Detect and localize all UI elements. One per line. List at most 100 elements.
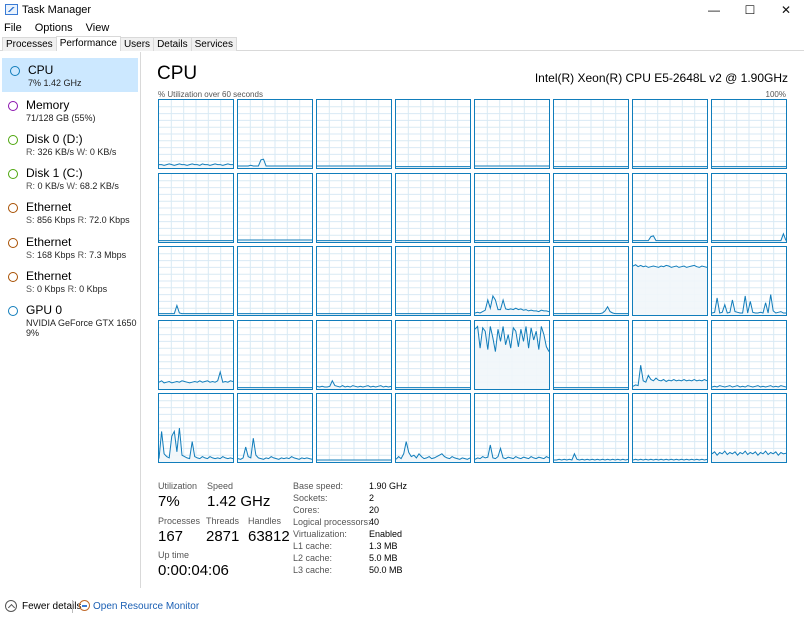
processor-graph-svg [475,173,549,242]
resource-sidebar: CPU 7% 1.42 GHz Memory 71/128 GB (55%) D… [0,52,141,588]
processor-graph [474,172,550,243]
sidebar-item-disk-0[interactable]: Disk 0 (D:) R: 326 KB/s W: 0 KB/s [0,127,139,161]
processor-graph-svg [238,100,312,168]
memory-circle-icon [8,101,18,111]
processor-graph [553,99,629,169]
processor-graph [158,319,234,390]
processor-graph [395,393,471,463]
sidebar-item-label: Ethernet [26,200,72,214]
ethernet-circle-icon [8,238,18,248]
processor-graph [632,319,708,390]
minimize-button[interactable]: — [696,0,732,20]
processor-graph [711,319,787,390]
maximize-button[interactable]: ☐ [732,0,768,20]
sidebar-item-ethernet-1[interactable]: Ethernet S: 856 Kbps R: 72.0 Kbps [0,195,139,229]
graph-axis-label: % Utilization over 60 seconds [158,90,263,99]
spec-value: 1.3 MB [369,541,398,551]
sidebar-item-memory[interactable]: Memory 71/128 GB (55%) [0,93,139,127]
threads-label: Threads [206,516,240,526]
processor-graph-svg [554,173,628,242]
utilization-value: 7% [158,493,180,510]
processor-graph-svg [633,320,707,389]
processor-graph [237,319,313,390]
spec-value: 50.0 MB [369,565,403,575]
sidebar-item-label: GPU 0 [26,303,63,317]
tab-processes[interactable]: Processes [2,37,57,51]
processor-graph [237,99,313,169]
tab-bar: Processes Performance Users Details Serv… [0,36,804,51]
sidebar-item-detail: S: 168 Kbps R: 7.3 Mbps [26,250,127,260]
processor-graph [553,172,629,243]
processor-graph-svg [554,394,628,462]
processor-graph [237,393,313,463]
processor-graph-svg [396,100,470,168]
tab-performance[interactable]: Performance [55,36,121,51]
disk-circle-icon [8,135,18,145]
spec-value: 1.90 GHz [369,481,408,491]
resource-monitor-icon[interactable] [79,600,90,611]
sidebar-item-gpu-0[interactable]: GPU 0 NVIDIA GeForce GTX 1650 9% [0,298,139,342]
processes-label: Processes [158,516,201,526]
task-manager-icon [5,4,18,15]
spec-value: 2 [369,493,375,503]
graph-max-label: 100% [765,90,786,99]
processor-graph-svg [159,173,233,242]
processor-graph-svg [712,320,786,389]
processor-graph-svg [159,100,233,168]
chevron-up-icon[interactable] [5,600,17,612]
spec-value: 20 [369,505,380,515]
ethernet-circle-icon [8,272,18,282]
sidebar-item-ethernet-3[interactable]: Ethernet S: 0 Kbps R: 0 Kbps [0,264,139,298]
sidebar-item-label: Disk 0 (D:) [26,132,83,146]
processor-graph [237,172,313,243]
menu-bar: File Options View [0,20,118,36]
page-title: CPU [157,63,198,84]
processor-graph-svg [633,247,707,315]
processor-graph-svg [712,394,786,462]
sidebar-item-label: Ethernet [26,269,72,283]
processor-graph [316,99,392,169]
sidebar-item-disk-1[interactable]: Disk 1 (C:) R: 0 KB/s W: 68.2 KB/s [0,161,139,195]
spec-label: Logical processors: [293,517,371,527]
tab-details[interactable]: Details [153,37,192,51]
handles-value: 63812 [248,528,290,545]
processor-graph [316,246,392,316]
speed-value: 1.42 GHz [207,493,271,510]
spec-label: L1 cache: [293,541,333,551]
sidebar-item-ethernet-2[interactable]: Ethernet S: 168 Kbps R: 7.3 Mbps [0,230,139,264]
processor-graph-svg [396,320,470,389]
processor-graph [553,246,629,316]
processor-graph [474,246,550,316]
processor-graph-svg [712,247,786,315]
sidebar-item-detail: 7% 1.42 GHz [28,78,82,88]
processor-graph [158,393,234,463]
tab-services[interactable]: Services [190,37,237,51]
menu-file[interactable]: File [0,20,22,36]
processor-graph [316,393,392,463]
processor-graph-svg [554,320,628,389]
sidebar-item-cpu[interactable]: CPU 7% 1.42 GHz [2,58,138,92]
processes-value: 167 [158,528,184,545]
processor-graph-svg [475,100,549,168]
uptime-label: Up time [158,550,190,560]
open-resource-monitor-link[interactable]: Open Resource Monitor [93,601,199,612]
processor-graph [395,99,471,169]
sidebar-item-detail: 71/128 GB (55%) [26,113,96,123]
sidebar-item-label: Ethernet [26,235,72,249]
processor-graph-svg [396,173,470,242]
spec-label: Cores: [293,505,320,515]
spec-label: Sockets: [293,493,328,503]
processor-graph-svg [712,100,786,168]
processor-graph-svg [238,173,312,242]
close-button[interactable]: ✕ [768,0,804,20]
menu-view[interactable]: View [82,20,110,36]
processor-graph [474,393,550,463]
processor-graph-svg [712,173,786,242]
processor-graph [632,393,708,463]
tab-users[interactable]: Users [119,37,155,51]
processor-graph [237,246,313,316]
uptime-value: 0:00:04:06 [158,562,229,579]
menu-options[interactable]: Options [31,20,73,36]
processor-graph-svg [238,320,312,389]
processor-graph [158,99,234,169]
